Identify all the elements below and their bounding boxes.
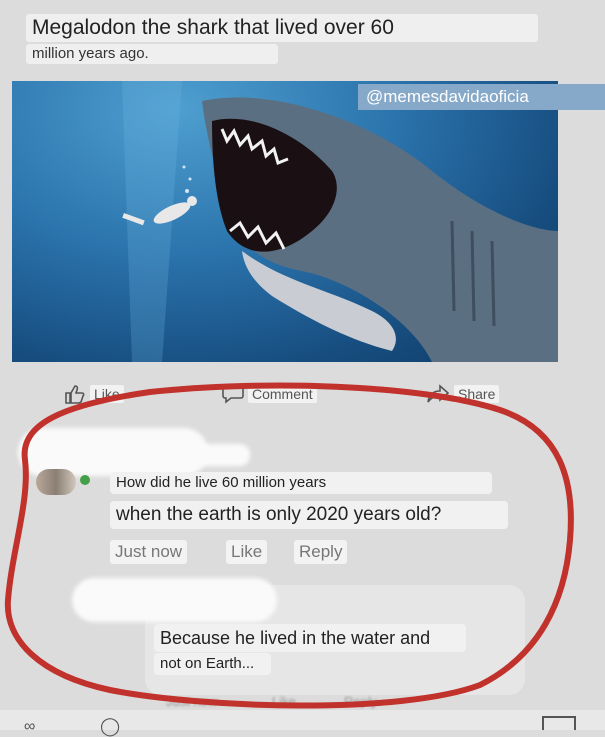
bottom-toolbar: [0, 710, 605, 730]
reply-reply-button[interactable]: Reply: [344, 694, 377, 710]
comment-icon: [222, 386, 244, 404]
comment-like-button[interactable]: Like: [226, 540, 268, 564]
reply-like-button[interactable]: Like: [272, 694, 296, 710]
avatar[interactable]: [36, 469, 76, 495]
redacted-replier-name: [72, 578, 277, 622]
share-label: Share: [454, 385, 500, 403]
post-text-line-2: million years ago.: [26, 44, 278, 64]
comment-bubble-icon[interactable]: ◯: [100, 716, 120, 737]
share-icon: [427, 384, 450, 403]
reply-timestamp: Just now: [166, 694, 218, 709]
share-box-icon[interactable]: [542, 716, 576, 730]
share-button[interactable]: Share: [426, 384, 500, 404]
comment-button[interactable]: Comment: [222, 384, 317, 404]
like-button[interactable]: Like: [64, 384, 124, 404]
comment-text-line-2: when the earth is only 2020 years old?: [110, 501, 508, 529]
reply-text-line-1: Because he lived in the water and: [154, 624, 466, 652]
watermark-label: @memesdavidaoficia: [358, 84, 605, 110]
comment-timestamp: Just now: [110, 540, 188, 564]
redacted-commenter-name: [100, 444, 250, 466]
comment-label: Comment: [248, 385, 317, 403]
thumbs-up-icon: [65, 385, 85, 404]
comment-text-line-1: How did he live 60 million years: [110, 472, 492, 494]
like-label: Like: [90, 385, 124, 403]
online-status-dot: [80, 475, 90, 485]
comment-reply-button[interactable]: Reply: [294, 540, 348, 564]
post-text-line-1: Megalodon the shark that lived over 60: [26, 14, 538, 42]
megalodon-illustration: [122, 81, 558, 362]
post-photo[interactable]: [12, 81, 558, 362]
reactions-icon[interactable]: ∞: [24, 718, 35, 736]
reply-text-line-2: not on Earth...: [154, 653, 271, 675]
